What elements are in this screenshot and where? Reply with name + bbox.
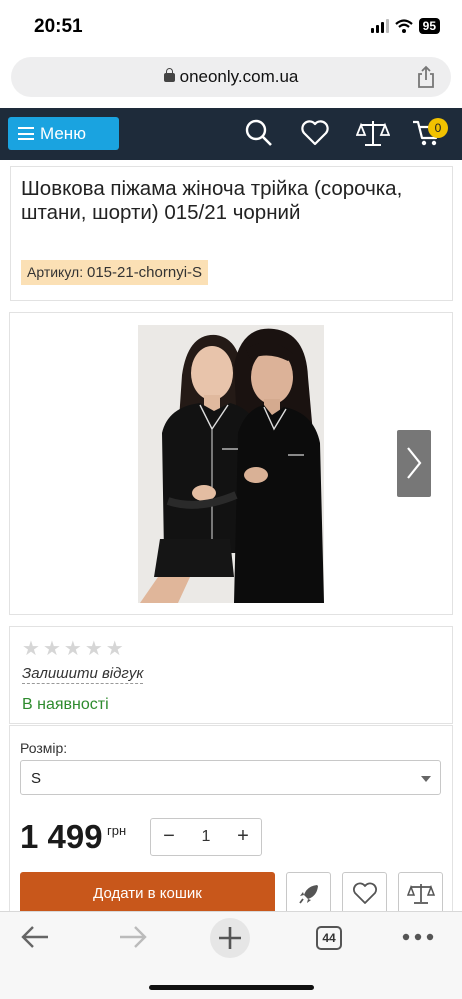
more-icon[interactable] (402, 932, 434, 942)
size-label: Розмір: (20, 740, 68, 756)
address-bar[interactable]: oneonly.com.ua (11, 57, 451, 97)
lock-icon (163, 68, 175, 82)
qty-decrease-button[interactable]: − (157, 825, 181, 848)
status-icons: 95 (370, 18, 440, 34)
scales-icon (406, 884, 435, 904)
wifi-icon (394, 19, 413, 33)
star-icon[interactable]: ★ (22, 639, 40, 659)
menu-label: Меню (40, 123, 86, 143)
star-icon[interactable]: ★ (43, 639, 61, 659)
product-photo[interactable] (138, 325, 324, 603)
status-time: 20:51 (34, 16, 83, 37)
chevron-right-icon (407, 447, 422, 479)
product-photo-illustration (138, 325, 324, 603)
qty-increase-button[interactable]: + (231, 825, 255, 848)
share-icon[interactable] (417, 65, 435, 89)
leave-review-link[interactable]: Залишити відгук (22, 665, 144, 684)
availability-status: В наявності (22, 696, 109, 713)
product-gallery (9, 312, 453, 615)
site-header: Меню (0, 108, 462, 160)
status-bar: 20:51 95 (0, 0, 462, 52)
product-title-panel: Шовкова піжама жіноча трійка (сорочка, ш… (10, 166, 453, 301)
rating-panel: ★ ★ ★ ★ ★ Залишити відгук В наявності (9, 626, 453, 724)
add-to-wishlist-button[interactable] (342, 872, 387, 916)
heart-icon (352, 882, 377, 904)
add-to-compare-button[interactable] (398, 872, 443, 916)
sku-value: 015-21-chornyi-S (86, 264, 203, 281)
signal-icon (370, 19, 389, 33)
qty-input[interactable]: 1 (191, 828, 221, 846)
purchase-panel: Розмір: S 1 499 грн − 1 + Додати в кошик (9, 725, 453, 925)
url-display[interactable]: oneonly.com.ua (11, 67, 451, 87)
sku-label: Артикул: (27, 264, 84, 280)
size-selected-value: S (31, 770, 42, 787)
product-title: Шовкова піжама жіноча трійка (сорочка, ш… (21, 177, 403, 224)
forward-arrow-icon[interactable] (118, 924, 148, 950)
menu-button[interactable]: Меню (8, 117, 119, 150)
tabs-icon[interactable]: 44 (316, 926, 342, 950)
chevron-down-icon (421, 776, 431, 782)
home-indicator (149, 985, 314, 990)
rating-stars[interactable]: ★ ★ ★ ★ ★ (22, 639, 124, 659)
menu-icon (18, 127, 34, 140)
new-tab-icon[interactable] (208, 916, 252, 960)
heart-icon[interactable] (300, 118, 330, 148)
cart-count-badge: 0 (428, 118, 448, 138)
rocket-icon (298, 885, 318, 904)
search-icon[interactable] (244, 118, 274, 148)
battery-icon: 95 (418, 18, 440, 34)
scales-icon[interactable] (356, 118, 390, 148)
size-select[interactable]: S (20, 760, 441, 795)
star-icon[interactable]: ★ (106, 639, 124, 659)
star-icon[interactable]: ★ (85, 639, 103, 659)
quick-order-button[interactable] (286, 872, 331, 916)
gallery-next-button[interactable] (397, 430, 431, 497)
currency: грн (107, 823, 127, 838)
back-arrow-icon[interactable] (20, 924, 50, 950)
quantity-stepper: − 1 + (150, 818, 262, 856)
url-text: oneonly.com.ua (179, 67, 299, 86)
star-icon[interactable]: ★ (64, 639, 82, 659)
sku-badge: Артикул: 015-21-chornyi-S (21, 260, 209, 285)
price: 1 499 (20, 818, 103, 855)
